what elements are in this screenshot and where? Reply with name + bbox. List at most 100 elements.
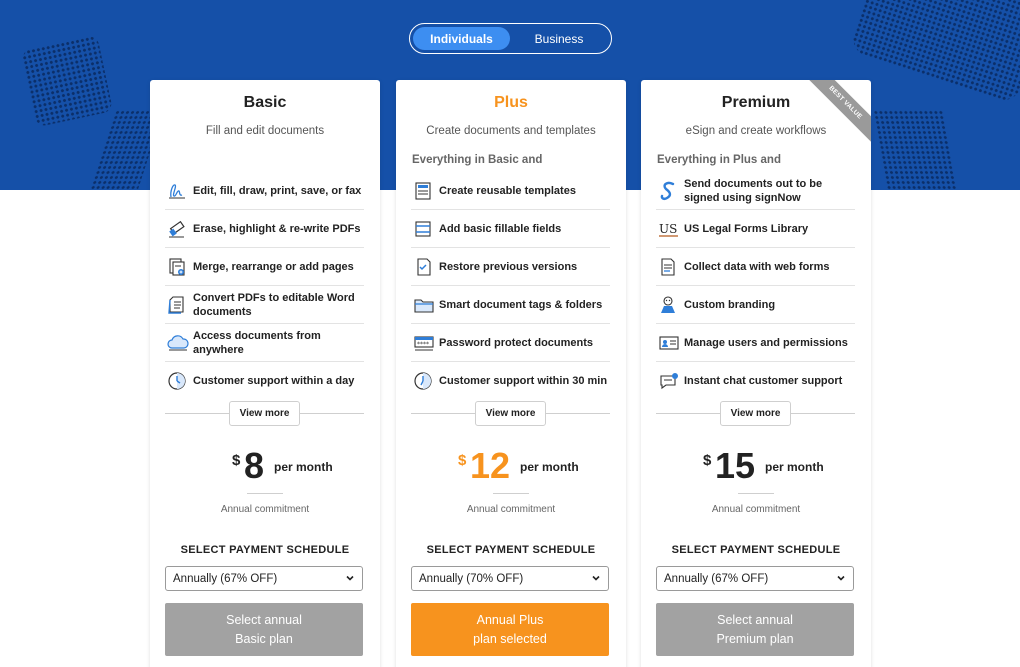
feature-item: US US Legal Forms Library — [656, 210, 855, 248]
feature-text: Erase, highlight & re-write PDFs — [193, 222, 361, 235]
payment-schedule-label: SELECT PAYMENT SCHEDULE — [671, 544, 841, 556]
price-currency: $ — [703, 452, 712, 469]
dot-pattern-decoration — [20, 34, 114, 128]
feature-item: Merge, rearrange or add pages — [165, 248, 364, 286]
feature-text: Instant chat customer support — [684, 375, 843, 387]
view-more-row: View more — [411, 401, 610, 427]
price-period: per month — [274, 460, 333, 474]
feature-text: US Legal Forms Library — [684, 222, 809, 235]
view-more-button[interactable]: View more — [229, 401, 300, 426]
commitment-text: Annual commitment — [466, 504, 556, 515]
feature-item: Custom branding — [656, 286, 855, 324]
fillable-fields-icon — [411, 219, 439, 239]
everything-in-label: Everything in Basic and — [412, 154, 543, 166]
svg-text:****: **** — [417, 341, 429, 348]
template-icon — [411, 181, 439, 201]
feature-item: Customer support within a day — [165, 362, 364, 400]
price-amount: 8 — [244, 445, 265, 486]
feature-text: Send documents out to be signed using si… — [684, 177, 823, 204]
payment-schedule-select[interactable]: Annually (67% OFF) — [656, 566, 854, 591]
select-plan-button[interactable]: Annual Plus plan selected — [411, 603, 609, 656]
feature-item: Send documents out to be signed using si… — [656, 172, 855, 210]
branding-icon — [656, 295, 684, 315]
dot-pattern-decoration — [848, 0, 1020, 105]
feature-text: Collect data with web forms — [684, 260, 830, 273]
plan-card-premium: BEST VALUE Premium eSign and create work… — [641, 80, 871, 667]
feature-list: Send documents out to be signed using si… — [656, 172, 855, 400]
cta-line: Basic plan — [235, 631, 293, 646]
pen-sign-icon — [165, 181, 193, 201]
cta-line: Premium plan — [716, 631, 794, 646]
price-amount: 12 — [470, 445, 511, 486]
feature-item: Add basic fillable fields — [411, 210, 610, 248]
payment-schedule-select[interactable]: Annually (70% OFF) — [411, 566, 609, 591]
merge-pages-icon — [165, 257, 193, 277]
clock-icon — [165, 371, 193, 391]
cta-line: Select annual — [717, 612, 793, 627]
feature-item: Collect data with web forms — [656, 248, 855, 286]
plan-name: Basic — [243, 94, 287, 111]
svg-text:US: US — [659, 222, 677, 236]
price-display: $ 15 per month — [641, 444, 871, 488]
password-icon: **** — [411, 333, 439, 353]
feature-text: Custom branding — [684, 298, 776, 311]
plan-subtitle: Create documents and templates — [426, 125, 596, 137]
feature-text: Customer support within a day — [193, 375, 355, 387]
restore-versions-icon — [411, 257, 439, 277]
best-value-ribbon: BEST VALUE — [796, 80, 871, 152]
toggle-business[interactable]: Business — [510, 27, 608, 50]
feature-text: Manage users and permissions — [684, 336, 848, 349]
chevron-down-icon — [836, 572, 846, 587]
feature-item: Customer support within 30 min — [411, 362, 610, 400]
price-display: $ 12 per month — [396, 444, 626, 488]
payment-schedule-value: Annually (67% OFF) — [664, 572, 769, 585]
feature-item: Restore previous versions — [411, 248, 610, 286]
price-amount: 15 — [715, 445, 756, 486]
toggle-individuals[interactable]: Individuals — [413, 27, 510, 50]
feature-text: Smart document tags & folders — [439, 298, 603, 311]
view-more-button[interactable]: View more — [475, 401, 546, 426]
dot-pattern-decoration — [872, 110, 958, 190]
feature-item: Access documents from anywhere — [165, 324, 364, 362]
commitment-text: Annual commitment — [711, 504, 801, 515]
feature-item: Instant chat customer support — [656, 362, 855, 400]
chevron-down-icon — [345, 572, 355, 587]
select-plan-button[interactable]: Select annual Basic plan — [165, 603, 363, 656]
us-legal-forms-icon: US — [656, 219, 684, 239]
view-more-button[interactable]: View more — [720, 401, 791, 426]
feature-text: Merge, rearrange or add pages — [193, 260, 354, 273]
feature-item: Create reusable templates — [411, 172, 610, 210]
feature-text: Access documents from anywhere — [193, 329, 321, 356]
feature-text: Password protect documents — [439, 336, 594, 349]
price-period: per month — [765, 460, 824, 474]
feature-item: Edit, fill, draw, print, save, or fax — [165, 172, 364, 210]
everything-in-label: Everything in Plus and — [657, 154, 781, 166]
users-permissions-icon — [656, 333, 684, 353]
plan-subtitle: Fill and edit documents — [205, 125, 325, 137]
chat-icon — [656, 371, 684, 391]
feature-text: Add basic fillable fields — [439, 222, 562, 235]
plan-name: Premium — [721, 94, 791, 111]
plan-card-plus: Plus Create documents and templates Ever… — [396, 80, 626, 667]
web-form-icon — [656, 257, 684, 277]
divider — [493, 493, 529, 494]
payment-schedule-value: Annually (70% OFF) — [419, 572, 524, 585]
divider — [247, 493, 283, 494]
feature-text: Customer support within 30 min — [439, 375, 608, 387]
payment-schedule-label: SELECT PAYMENT SCHEDULE — [426, 544, 596, 556]
feature-item: Smart document tags & folders — [411, 286, 610, 324]
cloud-icon — [165, 333, 193, 353]
select-plan-button[interactable]: Select annual Premium plan — [656, 603, 854, 656]
eraser-icon — [165, 219, 193, 239]
payment-schedule-value: Annually (67% OFF) — [173, 572, 278, 585]
payment-schedule-select[interactable]: Annually (67% OFF) — [165, 566, 363, 591]
signnow-icon — [656, 180, 684, 202]
feature-list: Create reusable templates Add basic fill… — [411, 172, 610, 400]
feature-text: Restore previous versions — [439, 260, 578, 273]
feature-text: Create reusable templates — [439, 184, 576, 197]
price-currency: $ — [458, 452, 467, 469]
feature-item: Convert PDFs to editable Word documents — [165, 286, 364, 324]
cta-line: Annual Plus — [476, 612, 544, 627]
price-display: $ 8 per month — [150, 444, 380, 488]
feature-item: **** Password protect documents — [411, 324, 610, 362]
